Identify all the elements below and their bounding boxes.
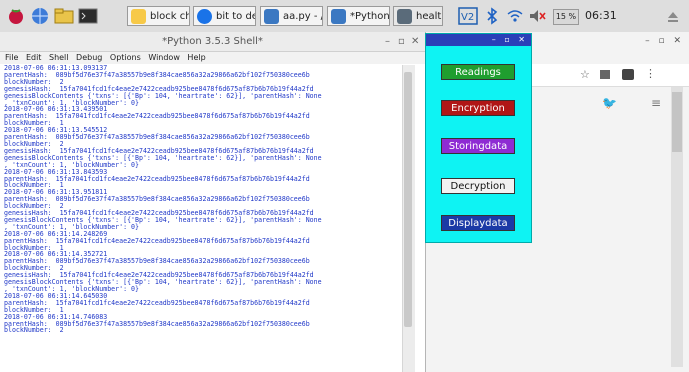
bluetooth-icon[interactable] <box>482 7 502 25</box>
taskbar-window-label: aa.py - /.. <box>283 11 322 22</box>
python-shell-window: *Python 3.5.3 Shell* – ▫ ✕ File Edit She… <box>0 32 426 372</box>
clock: 06:31 <box>585 9 617 22</box>
chromium-icon <box>197 9 212 24</box>
shell-menubar: File Edit Shell Debug Options Window Hel… <box>0 52 425 64</box>
app-maximize-icon[interactable]: ▫ <box>504 35 509 44</box>
readings-button[interactable]: Readings <box>441 64 515 80</box>
browser-launcher-icon[interactable] <box>30 7 50 25</box>
reader-mode-icon[interactable] <box>600 70 610 79</box>
taskbar-window-bit-to-de[interactable]: bit to de.. <box>193 6 256 26</box>
taskbar-window-aa-py[interactable]: aa.py - /.. <box>260 6 323 26</box>
browser-menu-icon[interactable]: ⋮ <box>645 67 656 80</box>
vnc-icon[interactable]: V2 <box>458 7 478 25</box>
wifi-icon[interactable] <box>505 7 525 25</box>
cpu-usage-label: 15 % <box>553 9 579 25</box>
shell-output-line: blockNumber: 2 <box>4 326 64 335</box>
raspberry-menu-icon[interactable] <box>6 7 26 25</box>
close-icon[interactable]: ✕ <box>673 36 681 46</box>
app-close-icon[interactable]: ✕ <box>518 35 525 44</box>
twitter-icon[interactable]: 🐦 <box>602 96 617 110</box>
menu-file[interactable]: File <box>5 53 18 62</box>
shell-maximize-icon[interactable]: ▫ <box>398 32 405 51</box>
taskbar-window-health[interactable]: health <box>393 6 443 26</box>
minimize-icon[interactable]: – <box>645 36 650 46</box>
app-minimize-icon[interactable]: – <box>492 35 496 44</box>
health-app-window: – ▫ ✕ Readings Encryption Storingdata De… <box>425 33 532 243</box>
health-app-titlebar: – ▫ ✕ <box>426 34 531 46</box>
menu-shell[interactable]: Shell <box>49 53 69 62</box>
shell-title: *Python 3.5.3 Shell* <box>0 32 425 52</box>
extension-icon[interactable] <box>622 69 634 80</box>
python-icon <box>264 9 279 24</box>
shell-minimize-icon[interactable]: – <box>385 32 390 51</box>
storingdata-button[interactable]: Storingdata <box>441 138 515 154</box>
decryption-button[interactable]: Decryption <box>441 178 515 194</box>
menu-help[interactable]: Help <box>187 53 205 62</box>
displaydata-button[interactable]: Displaydata <box>441 215 515 231</box>
shell-close-icon[interactable]: ✕ <box>411 32 419 51</box>
taskbar-window-python-shell[interactable]: *Python .. <box>327 6 390 26</box>
hamburger-menu-icon[interactable]: ≡ <box>651 96 661 110</box>
menu-window[interactable]: Window <box>148 53 180 62</box>
shell-scrollbar-thumb[interactable] <box>404 72 412 327</box>
svg-text:V2: V2 <box>461 12 474 23</box>
menu-debug[interactable]: Debug <box>76 53 102 62</box>
menu-options[interactable]: Options <box>110 53 141 62</box>
menu-edit[interactable]: Edit <box>26 53 42 62</box>
taskbar-window-block-chain[interactable]: block ch.. <box>127 6 190 26</box>
cpu-usage-indicator: 15 % <box>553 0 579 32</box>
taskbar-window-label: *Python .. <box>350 11 390 22</box>
terminal-icon[interactable] <box>78 7 98 25</box>
browser-scrollbar-thumb[interactable] <box>672 92 682 152</box>
eject-icon[interactable] <box>663 7 683 25</box>
taskbar: block ch.. bit to de.. aa.py - /.. *Pyth… <box>0 0 689 33</box>
file-manager-icon[interactable] <box>54 7 74 25</box>
shell-output[interactable]: 2018-07-06 06:31:13.093137 parentHash: 08… <box>4 65 399 372</box>
browser-window-controls: – ▫ ✕ <box>645 36 681 46</box>
folder-icon <box>131 9 146 24</box>
taskbar-window-label: block ch.. <box>150 11 189 22</box>
python-icon <box>331 9 346 24</box>
encryption-button[interactable]: Encryption <box>441 100 515 116</box>
volume-muted-icon[interactable] <box>527 7 547 25</box>
window-icon <box>397 9 412 24</box>
bookmark-star-icon[interactable]: ☆ <box>580 68 590 81</box>
taskbar-window-label: bit to de.. <box>216 11 255 22</box>
maximize-icon[interactable]: ▫ <box>658 36 664 46</box>
taskbar-window-label: health <box>416 11 442 22</box>
